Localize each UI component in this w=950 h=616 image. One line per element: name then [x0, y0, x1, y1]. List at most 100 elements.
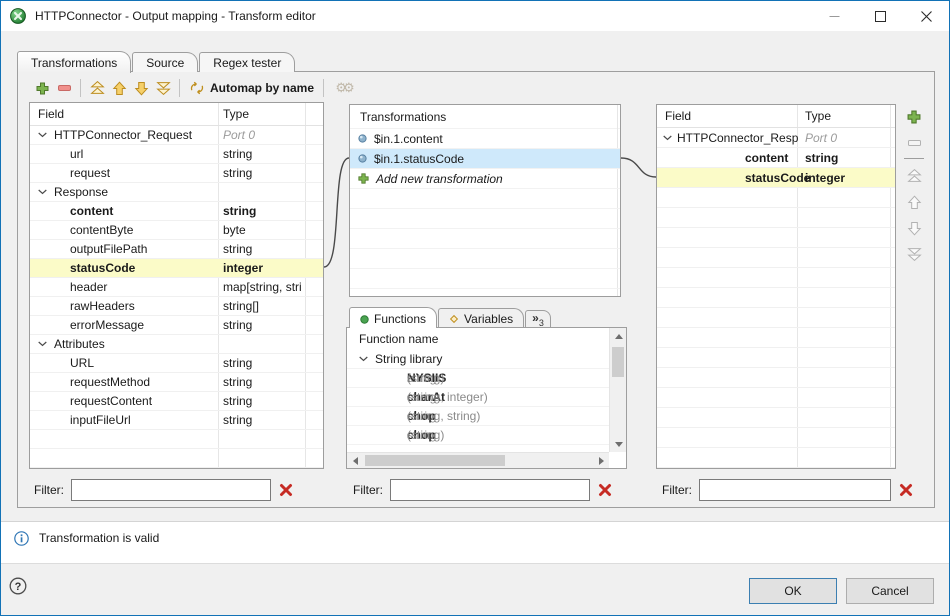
field-column-header: Field — [665, 109, 691, 123]
function-group-row[interactable]: String library — [347, 350, 626, 369]
function-row[interactable]: string NYSIIS(string) — [347, 369, 626, 388]
maximize-icon — [875, 11, 886, 22]
field-row-statusCode[interactable]: statusCode integer — [30, 259, 323, 278]
move-up-field-button[interactable] — [903, 189, 925, 215]
ok-button[interactable]: OK — [749, 578, 837, 604]
move-up-button[interactable] — [108, 77, 130, 99]
field-row-statusCode[interactable]: statusCodeinteger — [657, 168, 895, 188]
move-down-field-button[interactable] — [903, 215, 925, 241]
field-row-HTTPConnector_Request[interactable]: HTTPConnector_RequestPort 0 — [30, 126, 323, 145]
field-type: string — [223, 147, 307, 161]
field-type: string — [223, 242, 307, 256]
toolbar-separator — [323, 79, 324, 97]
field-name: content — [70, 204, 113, 218]
field-row-content[interactable]: contentstring — [30, 202, 323, 221]
tab-regex-tester[interactable]: Regex tester — [199, 52, 295, 72]
toolbar-separator — [80, 79, 81, 97]
field-row-requestMethod[interactable]: requestMethodstring — [30, 373, 323, 392]
minimize-button[interactable] — [811, 1, 857, 31]
clear-filter-button[interactable] — [279, 483, 293, 497]
scrollbar-thumb[interactable] — [365, 455, 505, 466]
clear-filter-button[interactable] — [899, 483, 913, 497]
function-row[interactable]: string charAt(string, integer) — [347, 388, 626, 407]
field-row-url[interactable]: url string — [30, 145, 323, 164]
field-row-outputFilePath[interactable]: outputFilePathstring — [30, 240, 323, 259]
up-arrow-icon — [112, 81, 127, 96]
field-type: string — [805, 151, 890, 165]
maximize-button[interactable] — [857, 1, 903, 31]
field-type: integer — [223, 261, 307, 275]
field-name: rawHeaders — [70, 299, 135, 313]
double-down-arrow-icon-disabled — [907, 247, 922, 261]
field-row-Response[interactable]: Response — [30, 183, 323, 202]
tab-functions[interactable]: Functions — [349, 307, 437, 328]
middle-filter: Filter: — [353, 479, 612, 501]
field-row-Attributes[interactable]: Attributes — [30, 335, 323, 354]
gears-button[interactable]: ⚙⚙ — [329, 77, 357, 99]
move-bottom-field-button[interactable] — [903, 241, 925, 267]
transformation-item[interactable]: $in.1.statusCode — [350, 149, 620, 169]
tab-transformations[interactable]: Transformations — [17, 51, 131, 73]
gears-icon: ⚙⚙ — [335, 80, 350, 96]
close-button[interactable] — [903, 1, 949, 31]
field-name: statusCode — [745, 171, 810, 185]
empty-row — [657, 328, 895, 348]
transformation-item[interactable]: $in.1.content — [350, 129, 620, 149]
title-bar[interactable]: HTTPConnector - Output mapping - Transfo… — [1, 1, 949, 31]
vertical-scrollbar[interactable] — [609, 328, 626, 452]
field-row-request[interactable]: requeststring — [30, 164, 323, 183]
tab-source[interactable]: Source — [132, 52, 198, 72]
scroll-left-button[interactable] — [347, 453, 363, 469]
chevron-down-icon — [38, 133, 47, 138]
move-top-button[interactable] — [86, 77, 108, 99]
field-row-requestContent[interactable]: requestContentstring — [30, 392, 323, 411]
field-name: statusCode — [70, 261, 135, 275]
scroll-up-button[interactable] — [610, 328, 627, 344]
field-row-URL[interactable]: URLstring — [30, 354, 323, 373]
move-bottom-button[interactable] — [152, 77, 174, 99]
button-bar: ? OK Cancel — [1, 564, 949, 615]
cancel-button[interactable]: Cancel — [846, 578, 934, 604]
scroll-down-button[interactable] — [610, 436, 627, 452]
add-new-transformation-item[interactable]: Add new transformation — [350, 169, 620, 189]
field-name: url — [70, 147, 83, 161]
function-row[interactable]: string chop(string, string) — [347, 407, 626, 426]
chevron-down-icon — [663, 135, 672, 140]
right-filter: Filter: — [662, 479, 913, 501]
empty-row — [30, 430, 323, 449]
field-row-HTTPConnector_Resp[interactable]: HTTPConnector_RespPort 0 — [657, 128, 895, 148]
left-filter-input[interactable] — [71, 479, 271, 501]
right-filter-input[interactable] — [699, 479, 891, 501]
field-row-header[interactable]: headermap[string, stri — [30, 278, 323, 297]
tab-overflow-chevron[interactable]: »3 — [525, 310, 551, 327]
remove-record-button[interactable] — [53, 77, 75, 99]
mapping-dot-icon — [358, 154, 367, 163]
function-row[interactable]: string chop(string) — [347, 426, 626, 445]
clear-filter-button[interactable] — [598, 483, 612, 497]
double-up-arrow-icon-disabled — [907, 169, 922, 183]
field-name: errorMessage — [70, 318, 144, 332]
tab-variables[interactable]: Variables — [438, 308, 524, 327]
red-x-icon — [279, 483, 293, 497]
field-row-inputFileUrl[interactable]: inputFileUrlstring — [30, 411, 323, 430]
field-row-rawHeaders[interactable]: rawHeaders string[] — [30, 297, 323, 316]
transformation-label: Add new transformation — [376, 172, 503, 186]
mapping-toolbar: Automap by name ⚙⚙ — [31, 77, 357, 99]
field-row-contentByte[interactable]: contentBytebyte — [30, 221, 323, 240]
middle-filter-input[interactable] — [390, 479, 590, 501]
horizontal-scrollbar[interactable] — [347, 452, 609, 468]
add-field-button[interactable] — [903, 104, 925, 130]
empty-row — [350, 229, 620, 249]
field-row-errorMessage[interactable]: errorMessagestring — [30, 316, 323, 335]
field-type: string[] — [223, 299, 307, 313]
add-record-button[interactable] — [31, 77, 53, 99]
field-row-content[interactable]: contentstring — [657, 148, 895, 168]
move-down-button[interactable] — [130, 77, 152, 99]
move-top-field-button[interactable] — [903, 163, 925, 189]
transformation-label: $in.1.content — [374, 132, 443, 146]
help-button[interactable]: ? — [9, 577, 27, 595]
automap-by-name-button[interactable]: Automap by name — [185, 77, 318, 99]
scrollbar-thumb[interactable] — [612, 347, 624, 377]
remove-field-button[interactable] — [903, 130, 925, 156]
scroll-right-button[interactable] — [593, 453, 609, 469]
